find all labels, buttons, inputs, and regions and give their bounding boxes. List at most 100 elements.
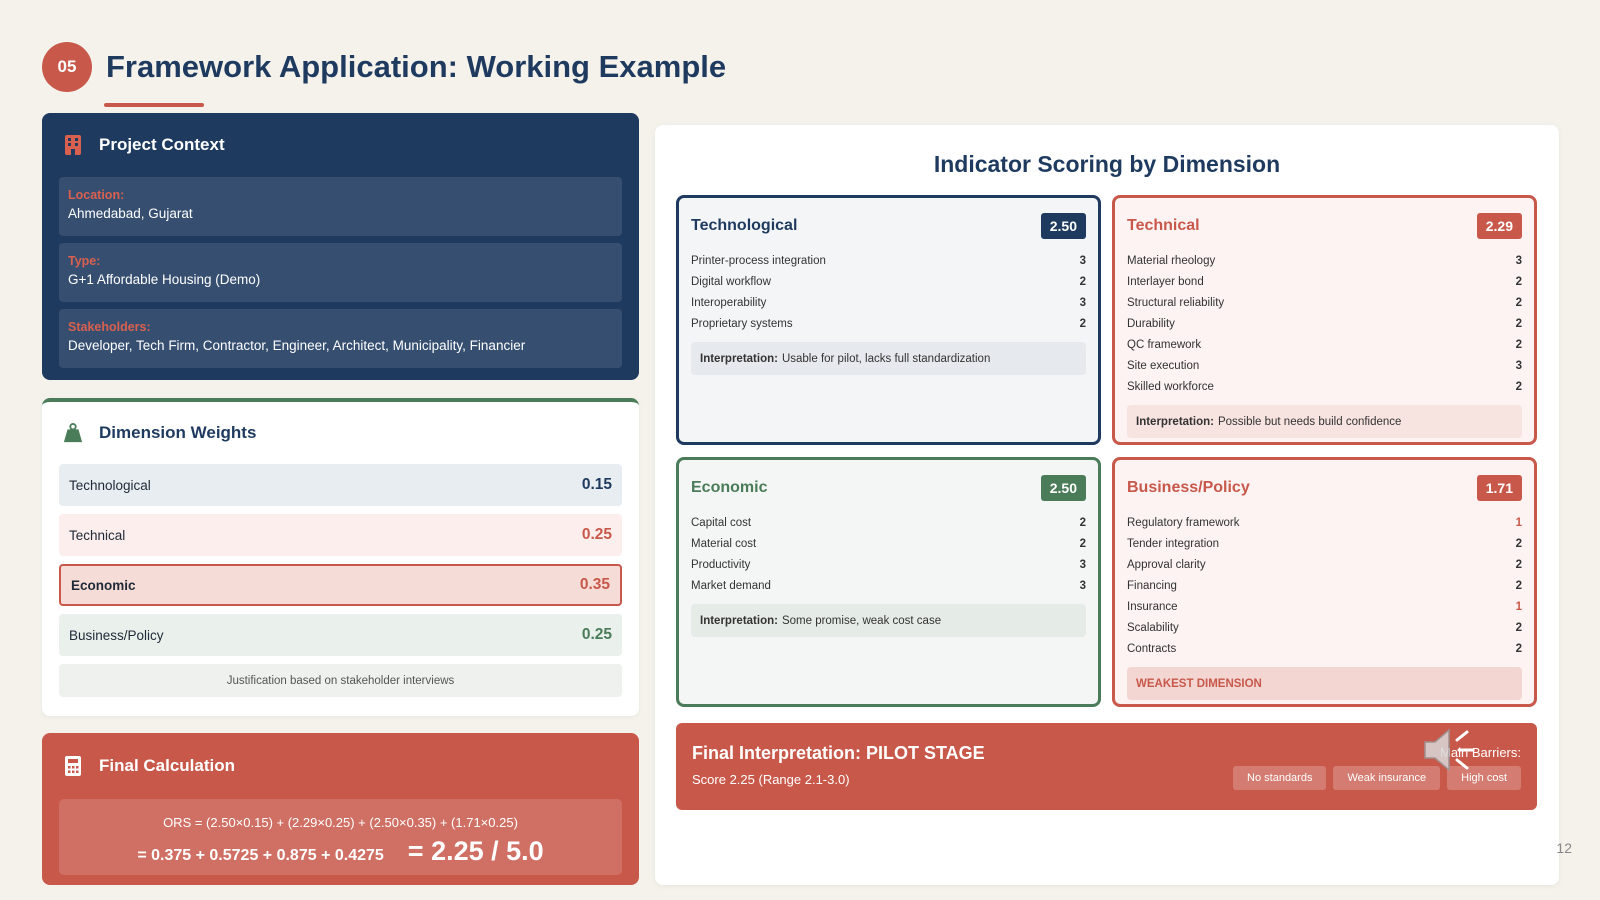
context-key: Type: [68, 254, 101, 268]
interpretation-box: Interpretation: Possible but needs build … [1127, 405, 1522, 438]
section-number-badge: 05 [42, 42, 92, 92]
indicator-row: Material rheology 3 [1127, 250, 1522, 271]
page-number: 12 [1556, 840, 1572, 856]
interpretation-text: Possible but needs build confidence [1217, 415, 1402, 428]
indicator-label: Skilled workforce [1127, 380, 1214, 393]
context-value: G+1 Affordable Housing (Demo) [68, 272, 261, 287]
context-key: Location: [68, 188, 125, 202]
building-icon [65, 135, 81, 155]
dimension-card-business-policy: Business/Policy 1.71 Regulatory framewor… [1112, 457, 1537, 707]
indicator-row: Interoperability 3 [691, 292, 1086, 313]
interpretation-label: Interpretation: [700, 352, 778, 365]
indicator-label: Printer-process integration [691, 254, 826, 267]
indicator-value: 2 [1515, 380, 1522, 393]
indicator-row: Market demand 3 [691, 575, 1086, 596]
weight-value: 0.25 [581, 526, 612, 543]
indicator-row: Contracts 2 [1127, 638, 1522, 659]
indicator-label: Digital workflow [691, 275, 771, 288]
calculation-result-line: = 0.375 + 0.5725 + 0.875 + 0.4275 = 2.25… [59, 836, 622, 867]
indicator-label: Durability [1127, 317, 1175, 330]
weight-row-business-policy: Business/Policy 0.25 [59, 614, 622, 656]
indicator-row: Regulatory framework 1 [1127, 512, 1522, 533]
speaker-icon[interactable] [1417, 718, 1481, 782]
indicator-label: Approval clarity [1127, 558, 1206, 571]
context-type: Type: G+1 Affordable Housing (Demo) [59, 243, 622, 302]
indicator-value: 2 [1515, 338, 1522, 351]
interpretation-label: Interpretation: [700, 614, 778, 627]
indicator-row: Printer-process integration 3 [691, 250, 1086, 271]
final-calculation-title: Final Calculation [99, 756, 236, 775]
calculation-formula: ORS = (2.50×0.15) + (2.29×0.25) + (2.50×… [163, 815, 518, 830]
indicator-label: QC framework [1127, 338, 1202, 351]
indicator-label: Proprietary systems [691, 317, 793, 330]
interpretation-box: Interpretation: Some promise, weak cost c… [691, 604, 1086, 637]
indicator-row: Durability 2 [1127, 313, 1522, 334]
indicator-scoring-title: Indicator Scoring by Dimension [933, 151, 1281, 177]
dimension-weights-card: Dimension Weights Technological 0.15 Tec… [42, 398, 639, 716]
context-stakeholders: Stakeholders: Developer, Tech Firm, Cont… [59, 309, 622, 368]
project-context-title: Project Context [99, 135, 225, 154]
indicator-value: 2 [1515, 579, 1522, 592]
final-interpretation-box: Final Interpretation: PILOT STAGE Score … [676, 723, 1537, 810]
indicator-value: 3 [1515, 254, 1522, 267]
indicator-value: 2 [1515, 317, 1522, 330]
indicator-row: Insurance 1 [1127, 596, 1522, 617]
interpretation-text: Some promise, weak cost case [781, 614, 942, 627]
indicator-label: Insurance [1127, 600, 1178, 613]
indicator-row: Material cost 2 [691, 533, 1086, 554]
dimension-header: Economic 2.50 [691, 474, 1086, 502]
calculation-result: = 2.25 / 5.0 [407, 836, 544, 866]
indicator-value: 3 [1515, 359, 1522, 372]
weights-justification-note: Justification based on stakeholder inter… [59, 664, 622, 697]
weight-label: Technical [69, 527, 126, 543]
indicator-label: Regulatory framework [1127, 516, 1240, 529]
project-context-header: Project Context [59, 113, 622, 177]
indicator-value: 1 [1515, 600, 1522, 613]
indicator-label: Structural reliability [1127, 296, 1225, 309]
indicator-value: 2 [1079, 537, 1086, 550]
indicator-value: 2 [1079, 275, 1086, 288]
dimension-card-technological: Technological 2.50 Printer-process integ… [676, 195, 1101, 445]
weight-row-economic: Economic 0.35 [59, 564, 622, 606]
indicator-row: Financing 2 [1127, 575, 1522, 596]
indicator-row: Skilled workforce 2 [1127, 376, 1522, 397]
indicator-value: 2 [1079, 317, 1086, 330]
final-calculation-card: Final Calculation ORS = (2.50×0.15) + (2… [42, 733, 639, 885]
barrier-chip: No standards [1233, 766, 1327, 790]
indicator-value: 2 [1515, 537, 1522, 550]
project-context-card: Project Context Location: Ahmedabad, Guj… [42, 113, 639, 380]
indicator-label: Contracts [1127, 642, 1177, 655]
dimension-name: Economic [691, 479, 768, 496]
dimension-header: Technological 2.50 [691, 212, 1086, 240]
dimension-score-badge: 2.50 [1040, 213, 1086, 239]
dimension-name: Business/Policy [1127, 479, 1250, 496]
context-value: Ahmedabad, Gujarat [68, 206, 193, 221]
indicator-row: Productivity 3 [691, 554, 1086, 575]
weight-row-technical: Technical 0.25 [59, 514, 622, 556]
context-value: Developer, Tech Firm, Contractor, Engine… [68, 338, 526, 353]
weakest-dimension-box: WEAKEST DIMENSION [1127, 667, 1522, 700]
dimension-score-badge: 1.71 [1476, 475, 1522, 501]
dimension-card-economic: Economic 2.50 Capital cost 2 Material cos… [676, 457, 1101, 707]
indicator-label: Tender integration [1127, 537, 1220, 550]
indicator-value: 2 [1515, 275, 1522, 288]
calculation-box: ORS = (2.50×0.15) + (2.29×0.25) + (2.50×… [59, 799, 622, 875]
weight-label: Business/Policy [69, 627, 164, 643]
indicator-scoring-panel: Indicator Scoring by Dimension Technolog… [655, 125, 1559, 885]
weight-value: 0.35 [579, 576, 610, 593]
weight-value: 0.25 [581, 626, 612, 643]
calculation-sum: = 0.375 + 0.5725 + 0.875 + 0.4275 [137, 847, 384, 864]
indicator-row: Scalability 2 [1127, 617, 1522, 638]
interpretation-box: Interpretation: Usable for pilot, lacks f… [691, 342, 1086, 375]
indicator-value: 2 [1515, 296, 1522, 309]
final-calculation-header: Final Calculation [59, 733, 622, 799]
indicator-row: Proprietary systems 2 [691, 313, 1086, 334]
context-location: Location: Ahmedabad, Gujarat [59, 177, 622, 236]
weight-label: Technological [69, 477, 151, 493]
indicator-label: Material rheology [1127, 254, 1216, 267]
indicator-row: Digital workflow 2 [691, 271, 1086, 292]
dimension-name: Technological [691, 217, 798, 234]
indicator-value: 3 [1079, 579, 1086, 592]
indicator-label: Financing [1127, 579, 1177, 592]
indicator-value: 2 [1515, 558, 1522, 571]
